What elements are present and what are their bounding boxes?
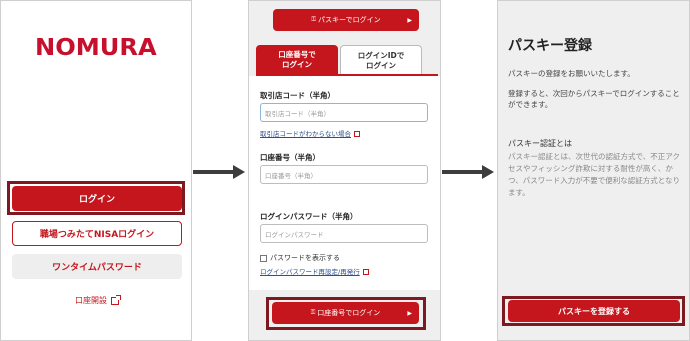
- login-start-screen: NOMURA ログイン 職場つみたてNISAログイン ワンタイムパスワード 口座…: [0, 0, 192, 341]
- passkey-icon: ⚿: [311, 16, 316, 23]
- checkbox-icon[interactable]: [260, 254, 267, 262]
- branch-code-label: 取引店コード（半角）: [260, 91, 335, 100]
- branch-code-input[interactable]: 取引店コード（半角）: [260, 103, 428, 122]
- account-number-label: 口座番号（半角）: [260, 153, 320, 162]
- tab-label-line1: 口座番号で: [278, 50, 316, 59]
- arrow-right-icon: [442, 165, 494, 179]
- passkey-login-button[interactable]: ⚿ パスキーでログイン ▶: [273, 9, 419, 31]
- tab-label-line2: ログイン: [366, 60, 396, 70]
- login-form-screen: ⚿ パスキーでログイン ▶ 口座番号で ログイン ログインIDで ログイン 取引店コ…: [248, 0, 441, 341]
- login-tabs: 口座番号で ログイン ログインIDで ログイン: [256, 45, 438, 75]
- account-login-label: 口座番号でログイン: [317, 309, 381, 317]
- arrow-right-icon: [193, 165, 245, 179]
- nomura-logo: NOMURA: [35, 35, 157, 61]
- tab-label-line2: ログイン: [282, 60, 312, 69]
- tab-account-number-login[interactable]: 口座番号で ログイン: [256, 45, 338, 75]
- passkey-login-label: パスキーでログイン: [317, 16, 381, 24]
- passkey-description: パスキー認証とは、次世代の認証方式で、不正アクセスやフィッシング詐欺に対する耐性…: [508, 152, 680, 197]
- password-label: ログインパスワード（半角）: [260, 212, 358, 221]
- tab-login-id-login[interactable]: ログインIDで ログイン: [340, 45, 422, 75]
- open-account-label: 口座開設: [75, 296, 107, 305]
- password-reset-label: ログインパスワード再設定/再発行: [260, 268, 360, 276]
- onetime-password-button[interactable]: ワンタイムパスワード: [12, 254, 182, 279]
- register-passkey-button[interactable]: パスキーを登録する: [508, 300, 680, 322]
- show-password-label: パスワードを表示する: [270, 254, 340, 262]
- open-account-link[interactable]: 口座開設: [75, 294, 121, 306]
- workplace-nisa-login-button[interactable]: 職場つみたてNISAログイン: [12, 221, 182, 246]
- external-link-icon: [111, 294, 121, 305]
- passkey-registration-screen: パスキー登録 パスキーの登録をお願いいたします。 登録すると、次回からパスキーで…: [497, 0, 690, 341]
- request-text: パスキーの登録をお願いいたします。: [508, 69, 635, 78]
- passkey-subtitle: パスキー認証とは: [508, 139, 572, 148]
- branch-code-help-label: 取引店コードがわからない場合: [260, 130, 351, 138]
- password-reset-link[interactable]: ログインパスワード再設定/再発行: [260, 266, 369, 276]
- password-input[interactable]: ログインパスワード: [260, 224, 428, 243]
- chevron-right-icon: ▶: [407, 16, 412, 24]
- chevron-right-icon: ▶: [407, 309, 412, 317]
- passkey-icon: ⚿: [310, 309, 316, 316]
- show-password-toggle[interactable]: パスワードを表示する: [260, 253, 340, 263]
- tab-label-line1: ログインIDで: [357, 50, 405, 60]
- external-link-icon: [354, 131, 360, 137]
- page-title: パスキー登録: [508, 38, 592, 54]
- branch-code-help-link[interactable]: 取引店コードがわからない場合: [260, 128, 360, 138]
- account-number-login-button[interactable]: ⚿ 口座番号でログイン ▶: [272, 302, 419, 324]
- external-link-icon: [362, 269, 369, 275]
- login-button[interactable]: ログイン: [12, 186, 182, 211]
- account-number-input[interactable]: 口座番号（半角）: [260, 165, 428, 184]
- info-text: 登録すると、次回からパスキーでログインすることができます。: [508, 89, 680, 109]
